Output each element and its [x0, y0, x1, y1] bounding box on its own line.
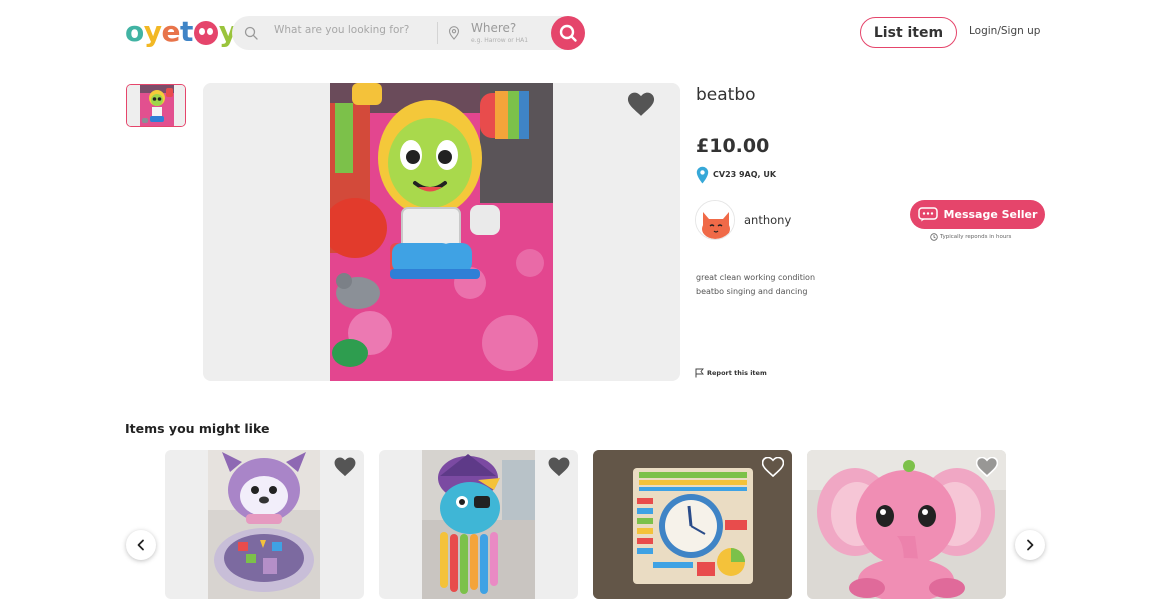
favorite-heart-icon[interactable]: [548, 457, 570, 477]
logo-face-icon: [193, 21, 218, 45]
product-photo: [330, 83, 553, 381]
search-button[interactable]: [551, 16, 585, 50]
seller-name[interactable]: anthony: [744, 213, 791, 227]
item-photo: [208, 450, 320, 599]
search-divider: [437, 22, 438, 44]
flag-icon: [695, 368, 704, 378]
list-item-button[interactable]: List item: [860, 17, 957, 48]
logo-letter: y: [143, 15, 162, 48]
clock-icon: [930, 233, 938, 241]
recommended-item-card[interactable]: [379, 450, 578, 599]
recommended-item-card[interactable]: [165, 450, 364, 599]
message-seller-label: Message Seller: [943, 208, 1038, 221]
description-line: beatbo singing and dancing: [696, 287, 808, 296]
item-photo: [422, 450, 535, 599]
reply-time-text: Typically reponds in hours: [940, 234, 1012, 240]
cat-avatar-icon: [696, 201, 734, 239]
logo-letter: t: [180, 15, 193, 48]
where-input[interactable]: Where?: [471, 21, 516, 35]
description-line: great clean working condition: [696, 273, 816, 282]
location-pin-icon: [696, 166, 709, 184]
search-bar: Where? e.g. Harrow or HA1: [232, 16, 585, 50]
favorite-heart-icon[interactable]: [762, 457, 784, 477]
favorite-heart-icon[interactable]: [627, 92, 655, 117]
product-price: £10.00: [696, 135, 770, 157]
recommended-item-card[interactable]: [807, 450, 1006, 599]
carousel-next-button[interactable]: [1015, 530, 1045, 560]
seller-avatar[interactable]: [695, 200, 735, 240]
where-hint: e.g. Harrow or HA1: [471, 37, 529, 44]
product-thumbnail[interactable]: [126, 84, 186, 127]
product-description: great clean working condition beatbo sin…: [696, 271, 815, 299]
favorite-heart-icon[interactable]: [334, 457, 356, 477]
logo-letter: e: [161, 15, 181, 48]
product-location: CV23 9AQ, UK: [713, 170, 777, 179]
reply-time-note: Typically reponds in hours: [930, 233, 1011, 241]
favorite-heart-icon[interactable]: [976, 457, 998, 477]
search-icon: [559, 24, 577, 42]
carousel-prev-button[interactable]: [126, 530, 156, 560]
beatbo-robot-image: [330, 83, 553, 381]
recommendations-title: Items you might like: [125, 421, 270, 436]
chevron-left-icon: [137, 539, 144, 551]
chat-bubble-icon: [917, 207, 938, 222]
report-item-label: Report this item: [707, 369, 767, 377]
location-pin-icon: [448, 26, 460, 40]
puppy-toy-image: [208, 450, 320, 599]
search-icon: [244, 26, 258, 40]
logo-letter: o: [125, 15, 144, 48]
oyetoy-logo[interactable]: o y e t y: [125, 16, 237, 48]
report-item-link[interactable]: Report this item: [695, 368, 767, 378]
chevron-right-icon: [1027, 539, 1034, 551]
message-seller-button[interactable]: Message Seller: [910, 200, 1045, 229]
octopus-toy-image: [422, 450, 535, 599]
product-title: beatbo: [696, 85, 756, 105]
thumbnail-image: [127, 85, 185, 126]
login-signup-link[interactable]: Login/Sign up: [969, 25, 1040, 37]
search-input[interactable]: [274, 24, 434, 36]
recommended-item-card[interactable]: [593, 450, 792, 599]
product-image-gallery[interactable]: [203, 83, 680, 381]
